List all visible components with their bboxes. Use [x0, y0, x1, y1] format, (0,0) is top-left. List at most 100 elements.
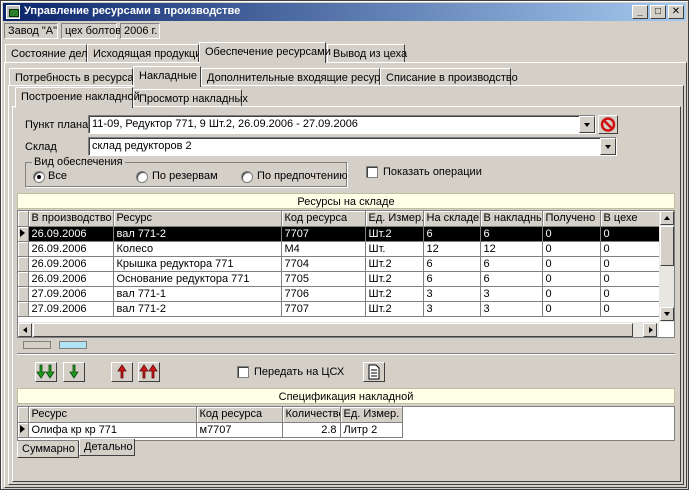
table-cell[interactable]: 0	[542, 256, 601, 272]
table-cell[interactable]: 0	[600, 286, 662, 302]
minimize-button[interactable]: _	[632, 5, 648, 19]
table-cell[interactable]: 0	[542, 271, 601, 287]
scroll-down-button[interactable]	[660, 307, 674, 321]
table-cell[interactable]: 3	[423, 301, 481, 317]
stock-grid-vscrollbar[interactable]	[659, 211, 674, 322]
clear-plan-button[interactable]	[598, 115, 618, 134]
table-cell[interactable]: Колесо	[113, 241, 282, 257]
table-cell[interactable]: 6	[423, 256, 481, 272]
remove-all-button[interactable]	[138, 362, 160, 382]
table-cell[interactable]: 6	[480, 226, 543, 242]
col-header-to-production[interactable]: В производство	[28, 211, 114, 227]
col-header-in-stock[interactable]: На складе	[423, 211, 481, 227]
radio-all[interactable]	[33, 171, 45, 183]
remove-one-button[interactable]	[111, 362, 133, 382]
col-header-unit[interactable]: Ед. Измер.	[365, 211, 424, 227]
table-cell[interactable]: 7707	[281, 226, 366, 242]
table-cell[interactable]: 27.09.2006	[28, 301, 114, 317]
table-cell[interactable]: Шт.2	[365, 286, 424, 302]
table-row[interactable]: 27.09.2006 вал 771-2 7707 Шт.2 3 3 0 0	[18, 301, 662, 317]
tab-summary[interactable]: Суммарно	[17, 441, 79, 458]
scroll-up-button[interactable]	[660, 211, 674, 225]
show-operations-checkbox[interactable]	[366, 166, 378, 178]
table-row[interactable]: 26.09.2006 Основание редуктора 771 7705 …	[18, 271, 662, 287]
table-cell[interactable]: Шт.2	[365, 226, 424, 242]
transfer-checkbox[interactable]	[237, 366, 249, 378]
tab-status[interactable]: Состояние дел	[5, 44, 88, 63]
tab-outgoing-products[interactable]: Исходящая продукция	[87, 44, 207, 63]
table-cell[interactable]: 0	[600, 301, 662, 317]
table-cell[interactable]: вал 771-2	[113, 301, 282, 317]
plan-dropdown-button[interactable]	[579, 116, 595, 133]
add-all-button[interactable]	[35, 362, 57, 382]
table-cell[interactable]: 0	[600, 226, 662, 242]
plan-field[interactable]: 11-09, Редуктор 771, 9 Шт.2, 26.09.2006 …	[88, 115, 596, 134]
table-cell[interactable]: 2.8	[282, 422, 341, 438]
tab-invoices[interactable]: Накладные	[133, 66, 201, 87]
table-cell[interactable]: 27.09.2006	[28, 286, 114, 302]
col-header-received[interactable]: Получено	[542, 211, 601, 227]
warehouse-dropdown-button[interactable]	[600, 138, 616, 155]
table-cell[interactable]: 26.09.2006	[28, 271, 114, 287]
table-row[interactable]: 26.09.2006 Крышка редуктора 771 7704 Шт.…	[18, 256, 662, 272]
radio-by-reserves[interactable]	[136, 171, 148, 183]
table-cell[interactable]: Крышка редуктора 771	[113, 256, 282, 272]
stock-grid-hscrollbar[interactable]	[18, 322, 659, 337]
title-bar[interactable]: Управление ресурсами в производстве _ □ …	[3, 3, 686, 21]
table-cell[interactable]: 12	[480, 241, 543, 257]
table-cell[interactable]: Шт.2	[365, 271, 424, 287]
vscroll-thumb[interactable]	[660, 226, 674, 266]
table-cell[interactable]: 0	[600, 256, 662, 272]
table-cell[interactable]: 7706	[281, 286, 366, 302]
table-cell[interactable]: 6	[480, 271, 543, 287]
table-cell[interactable]: 7705	[281, 271, 366, 287]
table-cell[interactable]: Основание редуктора 771	[113, 271, 282, 287]
table-cell[interactable]: Шт.	[365, 241, 424, 257]
table-row[interactable]: 26.09.2006 Колесо M4 Шт. 12 12 0 0	[18, 241, 662, 257]
splitter-right[interactable]	[59, 341, 87, 349]
table-cell[interactable]: 26.09.2006	[28, 226, 114, 242]
table-cell[interactable]: 26.09.2006	[28, 256, 114, 272]
table-cell[interactable]: 7707	[281, 301, 366, 317]
table-cell[interactable]: м7707	[196, 422, 283, 438]
table-cell[interactable]: Шт.2	[365, 256, 424, 272]
table-row[interactable]: 26.09.2006 вал 771-2 7707 Шт.2 6 6 0 0	[18, 226, 662, 242]
tab-build-invoice[interactable]: Построение накладной	[15, 87, 140, 108]
table-cell[interactable]: 3	[480, 301, 543, 317]
tab-output-from-shop[interactable]: Вывод из цеха	[327, 44, 407, 63]
table-cell[interactable]: вал 771-1	[113, 286, 282, 302]
col-header-unit[interactable]: Ед. Измер.	[340, 407, 403, 423]
col-header-in-shop[interactable]: В цехе	[600, 211, 662, 227]
table-cell[interactable]: 26.09.2006	[28, 241, 114, 257]
col-header-resource[interactable]: Ресурс	[113, 211, 282, 227]
table-cell[interactable]: вал 771-2	[113, 226, 282, 242]
table-cell[interactable]: 6	[423, 226, 481, 242]
table-row[interactable]: Олифа кр кр 771 м7707 2.8 Литр 2	[18, 422, 403, 438]
table-cell[interactable]: 3	[423, 286, 481, 302]
radio-by-preference[interactable]	[241, 171, 253, 183]
tab-detailed[interactable]: Детально	[79, 439, 135, 456]
tab-resource-supply[interactable]: Обеспечение ресурсами	[199, 42, 331, 63]
table-cell[interactable]: 0	[542, 226, 601, 242]
table-cell[interactable]: 6	[480, 256, 543, 272]
col-header-quantity[interactable]: Количество	[282, 407, 341, 423]
hscroll-thumb[interactable]	[33, 323, 633, 337]
table-cell[interactable]: 3	[480, 286, 543, 302]
table-cell[interactable]: 0	[600, 241, 662, 257]
table-cell[interactable]: M4	[281, 241, 366, 257]
col-header-resource[interactable]: Ресурс	[28, 407, 197, 423]
table-cell[interactable]: 6	[423, 271, 481, 287]
table-cell[interactable]: 0	[542, 286, 601, 302]
table-cell[interactable]: 0	[600, 271, 662, 287]
table-cell[interactable]: 0	[542, 241, 601, 257]
scroll-left-button[interactable]	[18, 323, 32, 337]
table-cell[interactable]: Литр 2	[340, 422, 403, 438]
table-cell[interactable]: 0	[542, 301, 601, 317]
table-row[interactable]: 27.09.2006 вал 771-1 7706 Шт.2 3 3 0 0	[18, 286, 662, 302]
add-one-button[interactable]	[63, 362, 85, 382]
table-cell[interactable]: Шт.2	[365, 301, 424, 317]
table-cell[interactable]: 7704	[281, 256, 366, 272]
splitter-left[interactable]	[23, 341, 51, 349]
table-cell[interactable]: 12	[423, 241, 481, 257]
maximize-button[interactable]: □	[650, 5, 666, 19]
